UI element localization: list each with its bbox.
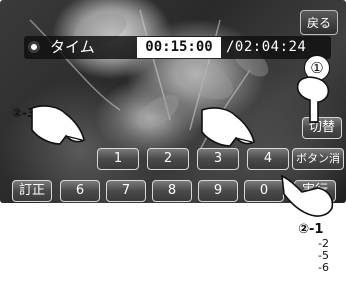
key-8[interactable]: 8 (152, 180, 192, 202)
radio-dot-icon (28, 41, 40, 53)
pointing-hand-icon (201, 107, 255, 147)
key-6[interactable]: 6 (60, 180, 100, 202)
callout-2-1-label: ②-1 (298, 222, 324, 237)
key-7[interactable]: 7 (106, 180, 146, 202)
pointing-hand-icon (31, 105, 85, 145)
key-1[interactable]: 1 (97, 148, 139, 170)
key-2[interactable]: 2 (147, 148, 189, 170)
pointing-hand-icon (281, 174, 334, 217)
total-time: /02:04:24 (226, 39, 307, 55)
back-button[interactable]: 戻る (300, 10, 338, 35)
pointing-hand-icon (296, 76, 330, 123)
correct-button[interactable]: 訂正 (12, 180, 52, 202)
key-9[interactable]: 9 (198, 180, 238, 202)
button-off-button[interactable]: ボタン消 (292, 148, 344, 170)
reference-list: -2 -5 -6 (318, 238, 329, 274)
current-time-input[interactable]: 00:15:00 (137, 37, 221, 58)
reference-item: -6 (318, 261, 329, 274)
info-label: タイム (50, 38, 95, 56)
